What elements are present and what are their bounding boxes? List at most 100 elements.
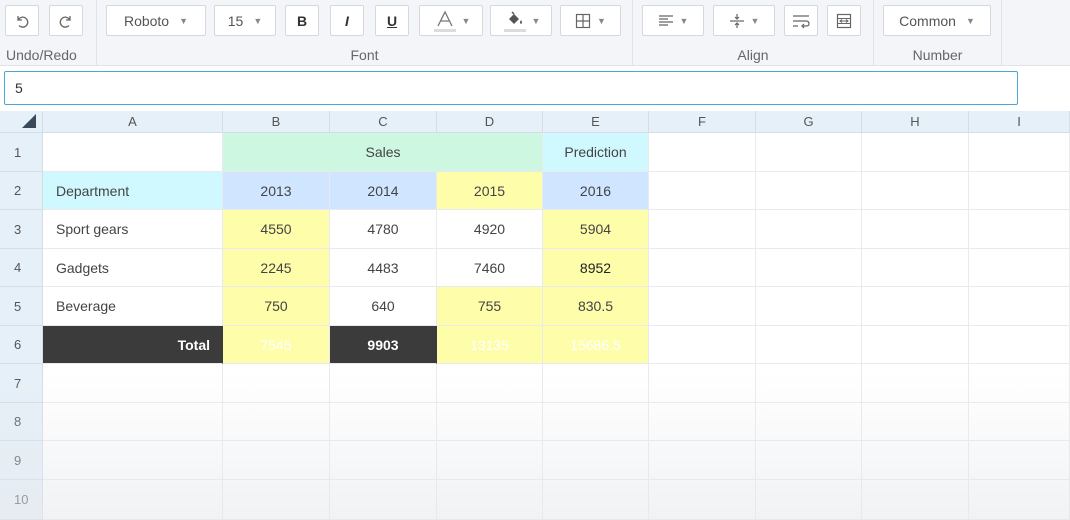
cell-b10[interactable]	[223, 480, 330, 520]
cell-f3[interactable]	[649, 210, 756, 249]
cell-f6[interactable]	[649, 326, 756, 364]
cell-b4[interactable]: 2245	[223, 249, 330, 287]
row-header-8[interactable]: 8	[0, 403, 43, 441]
cell-d1[interactable]	[437, 133, 543, 172]
cell-i10[interactable]	[969, 480, 1070, 520]
row-header-3[interactable]: 3	[0, 210, 43, 249]
cell-i3[interactable]	[969, 210, 1070, 249]
cell-b2[interactable]: 2013	[223, 172, 330, 210]
row-header-10[interactable]: 10	[0, 480, 43, 520]
text-wrap-button[interactable]	[784, 5, 818, 36]
cell-d5[interactable]: 755	[437, 287, 543, 326]
merge-cells-button[interactable]	[827, 5, 861, 36]
cell-a7[interactable]	[43, 364, 223, 403]
cell-a4[interactable]: Gadgets	[43, 249, 223, 287]
cell-d7[interactable]	[437, 364, 543, 403]
cell-h1[interactable]	[862, 133, 969, 172]
cell-c4[interactable]: 4483	[330, 249, 437, 287]
cell-d4[interactable]: 7460	[437, 249, 543, 287]
cell-g8[interactable]	[756, 403, 862, 441]
cell-f7[interactable]	[649, 364, 756, 403]
cell-c9[interactable]	[330, 441, 437, 480]
cell-d2[interactable]: 2015	[437, 172, 543, 210]
row-header-4[interactable]: 4	[0, 249, 43, 287]
cell-g5[interactable]	[756, 287, 862, 326]
cell-d3[interactable]: 4920	[437, 210, 543, 249]
cell-b1[interactable]	[223, 133, 330, 172]
cell-b8[interactable]	[223, 403, 330, 441]
cell-a8[interactable]	[43, 403, 223, 441]
cell-e10[interactable]	[543, 480, 649, 520]
vertical-align-button[interactable]: ▼	[713, 5, 775, 36]
cell-e8[interactable]	[543, 403, 649, 441]
cell-f4[interactable]	[649, 249, 756, 287]
cell-g6[interactable]	[756, 326, 862, 364]
row-header-6[interactable]: 6	[0, 326, 43, 364]
font-family-select[interactable]: Roboto ▼	[106, 5, 206, 36]
undo-button[interactable]	[5, 5, 39, 36]
cell-c3[interactable]: 4780	[330, 210, 437, 249]
cell-e2[interactable]: 2016	[543, 172, 649, 210]
cell-g1[interactable]	[756, 133, 862, 172]
row-header-7[interactable]: 7	[0, 364, 43, 403]
formula-input[interactable]	[4, 71, 1018, 105]
cell-c6[interactable]: 9903	[330, 326, 437, 364]
cell-f2[interactable]	[649, 172, 756, 210]
cell-h7[interactable]	[862, 364, 969, 403]
cell-g9[interactable]	[756, 441, 862, 480]
cell-a3[interactable]: Sport gears	[43, 210, 223, 249]
select-all-corner[interactable]	[0, 111, 43, 133]
column-header-d[interactable]: D	[437, 111, 543, 133]
bold-button[interactable]: B	[285, 5, 319, 36]
cell-h10[interactable]	[862, 480, 969, 520]
column-header-i[interactable]: I	[969, 111, 1070, 133]
cell-c7[interactable]	[330, 364, 437, 403]
cell-b6[interactable]: 7545	[223, 326, 330, 364]
cell-c5[interactable]: 640	[330, 287, 437, 326]
cell-g2[interactable]	[756, 172, 862, 210]
row-header-9[interactable]: 9	[0, 441, 43, 480]
cell-c2[interactable]: 2014	[330, 172, 437, 210]
cell-h4[interactable]	[862, 249, 969, 287]
cell-c10[interactable]	[330, 480, 437, 520]
cell-d10[interactable]	[437, 480, 543, 520]
cell-a5[interactable]: Beverage	[43, 287, 223, 326]
cell-d9[interactable]	[437, 441, 543, 480]
column-header-f[interactable]: F	[649, 111, 756, 133]
cell-h8[interactable]	[862, 403, 969, 441]
cell-e7[interactable]	[543, 364, 649, 403]
cell-g7[interactable]	[756, 364, 862, 403]
cell-b5[interactable]: 750	[223, 287, 330, 326]
text-color-button[interactable]: ▼	[419, 5, 483, 36]
cell-h6[interactable]	[862, 326, 969, 364]
horizontal-align-button[interactable]: ▼	[642, 5, 704, 36]
cell-f1[interactable]	[649, 133, 756, 172]
font-size-select[interactable]: 15 ▼	[214, 5, 276, 36]
row-header-2[interactable]: 2	[0, 172, 43, 210]
cell-f8[interactable]	[649, 403, 756, 441]
cell-f10[interactable]	[649, 480, 756, 520]
cell-h2[interactable]	[862, 172, 969, 210]
cell-e1[interactable]: Prediction	[543, 133, 649, 172]
cell-a2[interactable]: Department	[43, 172, 223, 210]
row-header-1[interactable]: 1	[0, 133, 43, 172]
cell-g4[interactable]	[756, 249, 862, 287]
cell-i7[interactable]	[969, 364, 1070, 403]
background-color-button[interactable]: ▼	[490, 5, 552, 36]
cell-c1[interactable]: Sales	[330, 133, 437, 172]
row-header-5[interactable]: 5	[0, 287, 43, 326]
cell-f9[interactable]	[649, 441, 756, 480]
cell-i4[interactable]	[969, 249, 1070, 287]
column-header-c[interactable]: C	[330, 111, 437, 133]
cell-e3[interactable]: 5904	[543, 210, 649, 249]
cell-e6[interactable]: 15686.5	[543, 326, 649, 364]
cell-i1[interactable]	[969, 133, 1070, 172]
cell-a10[interactable]	[43, 480, 223, 520]
cell-a6[interactable]: Total	[43, 326, 223, 364]
redo-button[interactable]	[49, 5, 83, 36]
cell-e4[interactable]: 8952	[543, 249, 649, 287]
cell-i9[interactable]	[969, 441, 1070, 480]
cell-h5[interactable]	[862, 287, 969, 326]
cell-i2[interactable]	[969, 172, 1070, 210]
column-header-b[interactable]: B	[223, 111, 330, 133]
